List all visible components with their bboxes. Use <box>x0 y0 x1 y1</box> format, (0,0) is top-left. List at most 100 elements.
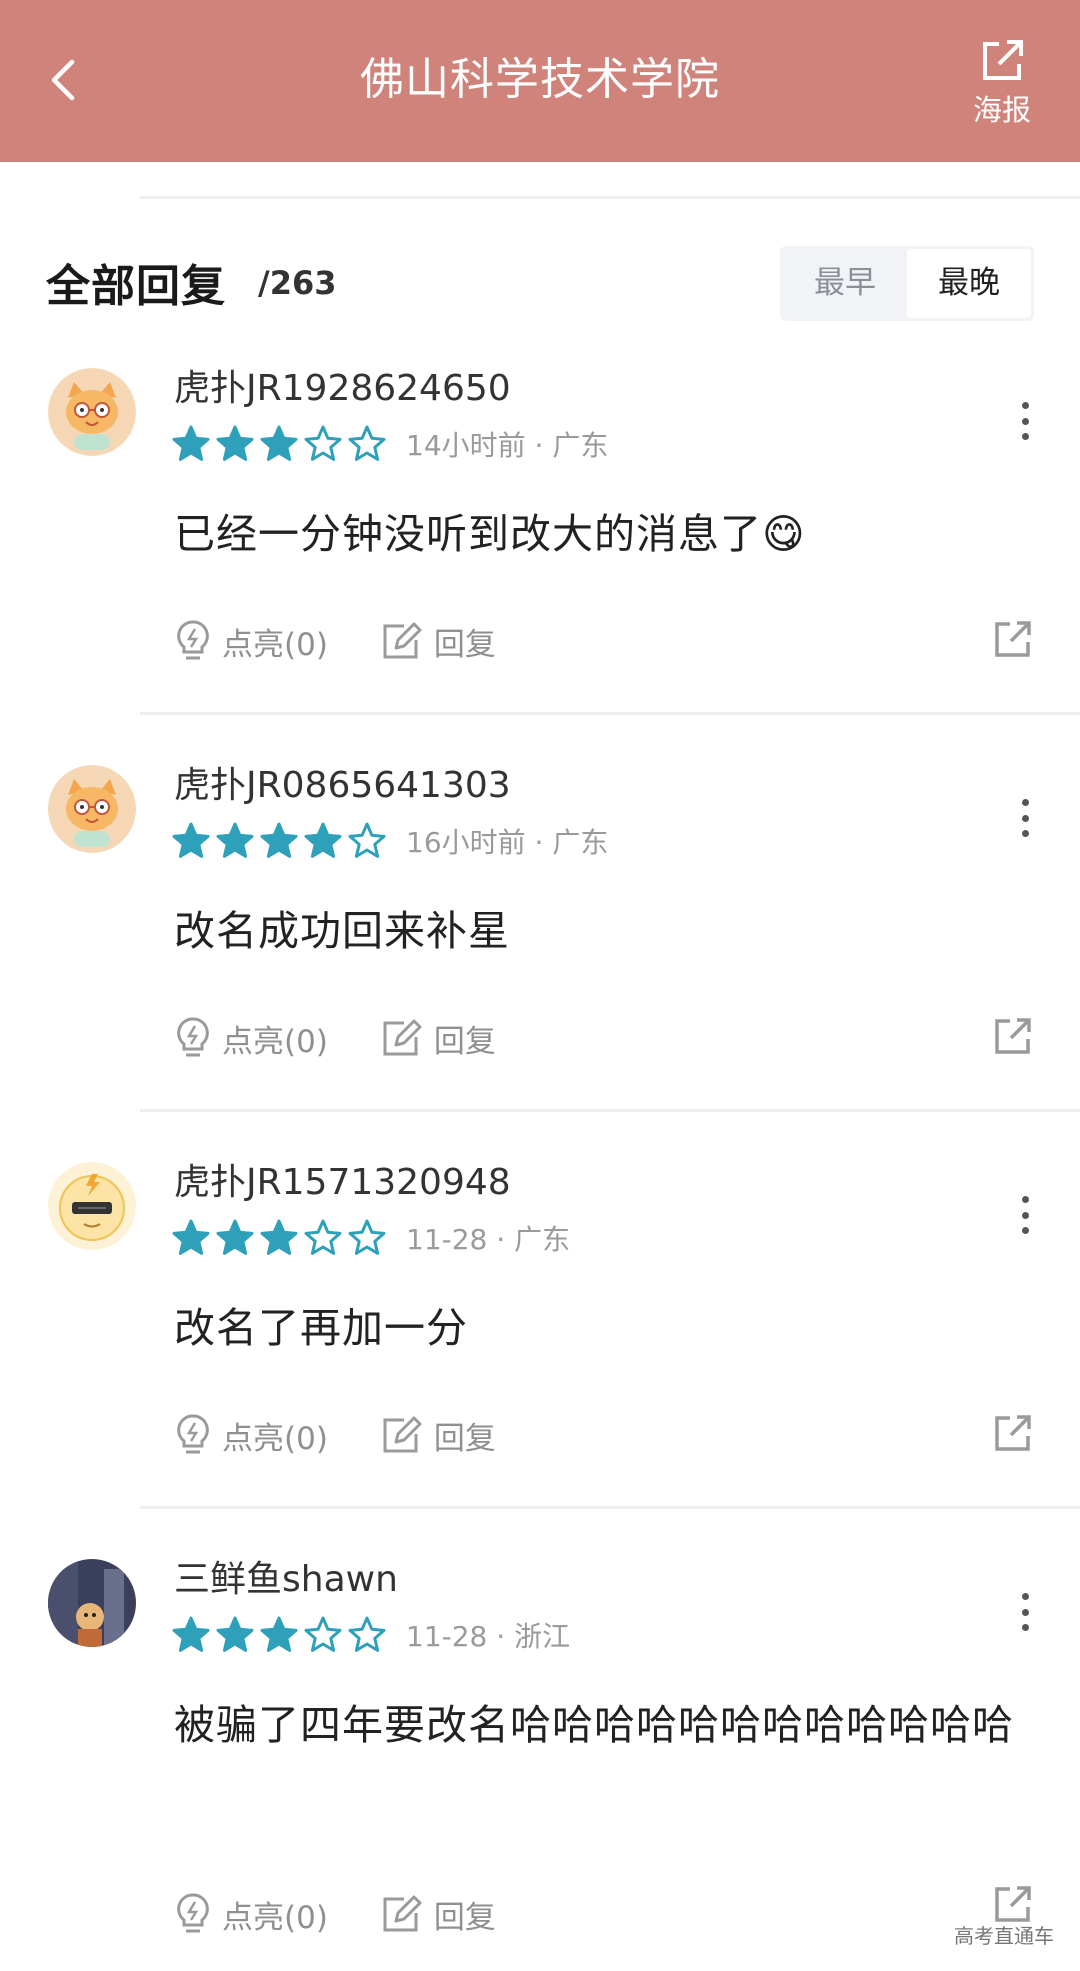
share-button[interactable] <box>992 1883 1034 1925</box>
back-button[interactable] <box>40 50 90 110</box>
comment-meta: 16小时前 · 广东 <box>172 817 608 865</box>
star-filled-icon <box>216 1219 254 1255</box>
comment-item: 虎扑JR1571320948 11-28 · 广东 改名了再加一分 点亮(0) … <box>0 1154 1080 1514</box>
replies-count: /263 <box>258 264 337 302</box>
cat-avatar-icon <box>48 765 136 853</box>
star-rating <box>172 1219 386 1257</box>
like-label: 点亮(0) <box>222 1023 328 1060</box>
star-filled-icon <box>172 822 210 858</box>
divider <box>140 1506 1080 1509</box>
comment-text: 改名成功回来补星 <box>174 907 510 955</box>
comment-text: 已经一分钟没听到改大的消息了😋 <box>174 510 806 558</box>
star-rating <box>172 822 386 860</box>
comment-item: 虎扑JR1928624650 14小时前 · 广东 已经一分钟没听到改大的消息了… <box>0 360 1080 720</box>
more-options-button[interactable] <box>1010 396 1040 446</box>
star-filled-icon <box>260 425 298 461</box>
watermark: 高考直通车 <box>954 1924 1054 1948</box>
star-empty-icon <box>304 1616 342 1652</box>
time-location: 11-28 · 广东 <box>406 1223 571 1256</box>
more-options-button[interactable] <box>1010 793 1040 843</box>
star-filled-icon <box>172 1616 210 1652</box>
reply-button[interactable]: 回复 <box>380 1413 496 1458</box>
edit-icon <box>383 1416 422 1453</box>
comment-actions: 点亮(0) 回复 <box>174 1013 496 1063</box>
comment-text: 改名了再加一分 <box>174 1304 468 1352</box>
username[interactable]: 虎扑JR1571320948 <box>174 1160 511 1206</box>
star-filled-icon <box>172 425 210 461</box>
time-location: 11-28 · 浙江 <box>406 1620 571 1653</box>
star-rating <box>172 1616 386 1654</box>
star-filled-icon <box>304 822 342 858</box>
comment-text: 被骗了四年要改名哈哈哈哈哈哈哈哈哈哈哈哈 <box>174 1701 1014 1749</box>
star-empty-icon <box>348 822 386 858</box>
time-location: 16小时前 · 广东 <box>406 826 609 859</box>
edit-icon <box>383 1895 422 1932</box>
like-button[interactable]: 点亮(0) <box>174 619 328 664</box>
lightbulb-icon <box>177 620 209 660</box>
replies-title: 全部回复 <box>46 261 226 312</box>
share-out-icon <box>995 621 1031 657</box>
divider <box>140 1109 1080 1112</box>
reply-label: 回复 <box>433 626 496 663</box>
page-title: 佛山科学技术学院 <box>360 54 720 105</box>
share-out-icon <box>983 40 1023 80</box>
star-empty-icon <box>348 1219 386 1255</box>
star-filled-icon <box>216 822 254 858</box>
like-button[interactable]: 点亮(0) <box>174 1413 328 1458</box>
sort-toggle: 最早 最晚 <box>780 246 1034 321</box>
sort-latest-button[interactable]: 最晚 <box>907 249 1031 318</box>
poster-button[interactable]: 海报 <box>962 36 1042 132</box>
username[interactable]: 虎扑JR1928624650 <box>174 366 511 412</box>
more-options-button[interactable] <box>1010 1190 1040 1240</box>
reply-label: 回复 <box>433 1023 496 1060</box>
comment-actions: 点亮(0) 回复 <box>174 616 496 666</box>
avatar[interactable] <box>48 765 136 853</box>
star-empty-icon <box>348 425 386 461</box>
username[interactable]: 三鲜鱼shawn <box>174 1557 398 1603</box>
cat-avatar-icon <box>48 368 136 456</box>
comment-actions: 点亮(0) 回复 <box>174 1889 496 1939</box>
avatar[interactable] <box>48 1559 136 1647</box>
star-filled-icon <box>260 1616 298 1652</box>
share-button[interactable] <box>992 618 1034 660</box>
divider <box>140 712 1080 715</box>
chevron-left-icon <box>51 59 75 101</box>
share-out-icon <box>995 1886 1031 1922</box>
edit-icon <box>383 622 422 659</box>
star-filled-icon <box>216 425 254 461</box>
username[interactable]: 虎扑JR0865641303 <box>174 763 511 809</box>
top-bar: 佛山科学技术学院 海报 <box>0 0 1080 162</box>
time-location: 14小时前 · 广东 <box>406 429 609 462</box>
reply-label: 回复 <box>433 1420 496 1457</box>
share-button[interactable] <box>992 1015 1034 1057</box>
star-filled-icon <box>216 1616 254 1652</box>
star-filled-icon <box>260 1219 298 1255</box>
star-empty-icon <box>348 1616 386 1652</box>
comment-meta: 11-28 · 浙江 <box>172 1611 570 1659</box>
star-rating <box>172 425 386 463</box>
sunglasses-avatar-icon <box>48 1162 136 1250</box>
star-filled-icon <box>260 822 298 858</box>
sort-earliest-button[interactable]: 最早 <box>783 249 907 318</box>
avatar[interactable] <box>48 1162 136 1250</box>
more-options-button[interactable] <box>1010 1587 1040 1637</box>
like-button[interactable]: 点亮(0) <box>174 1016 328 1061</box>
reply-label: 回复 <box>433 1899 496 1936</box>
share-button[interactable] <box>992 1412 1034 1454</box>
reply-button[interactable]: 回复 <box>380 619 496 664</box>
reply-button[interactable]: 回复 <box>380 1016 496 1061</box>
reply-button[interactable]: 回复 <box>380 1892 496 1937</box>
like-label: 点亮(0) <box>222 626 328 663</box>
replies-header: 全部回复 /263 <box>46 252 336 322</box>
lightbulb-icon <box>177 1017 209 1057</box>
edit-icon <box>383 1019 422 1056</box>
like-button[interactable]: 点亮(0) <box>174 1892 328 1937</box>
avatar[interactable] <box>48 368 136 456</box>
star-empty-icon <box>304 425 342 461</box>
comment-meta: 11-28 · 广东 <box>172 1214 570 1262</box>
like-label: 点亮(0) <box>222 1420 328 1457</box>
comment-actions: 点亮(0) 回复 <box>174 1410 496 1460</box>
comment-meta: 14小时前 · 广东 <box>172 420 608 468</box>
star-filled-icon <box>172 1219 210 1255</box>
comment-item: 三鲜鱼shawn 11-28 · 浙江 被骗了四年要改名哈哈哈哈哈哈哈哈哈哈哈哈… <box>0 1551 1080 1971</box>
